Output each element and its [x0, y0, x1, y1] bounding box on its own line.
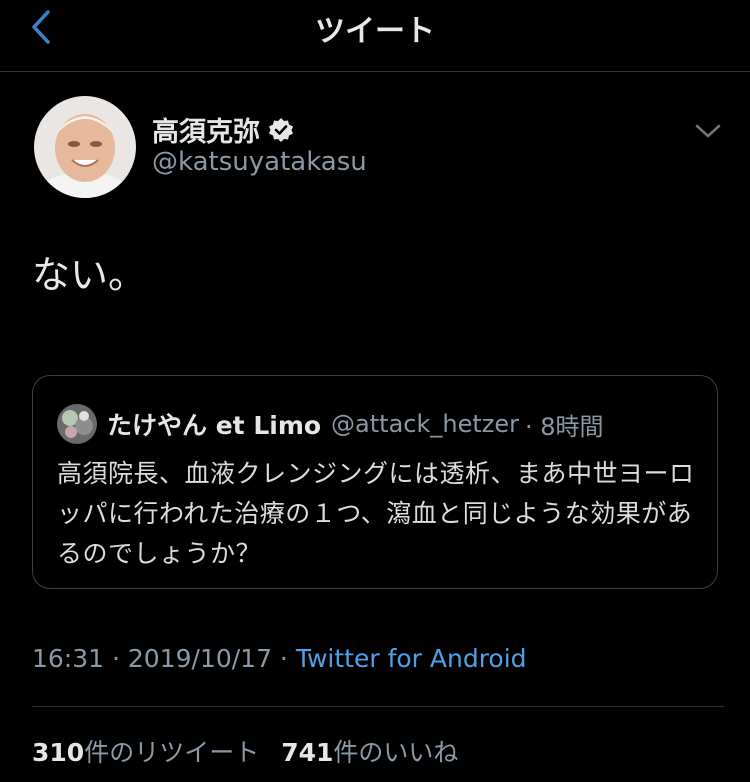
quoted-tweet-card[interactable]: たけやん et Limo @attack_hetzer · 8時間 高須院長、血… — [32, 375, 718, 589]
quoted-author-handle: @attack_hetzer — [331, 410, 519, 438]
author-name-row: 高須克弥 — [152, 110, 294, 149]
quoted-tweet-header: たけやん et Limo @attack_hetzer · 8時間 — [57, 404, 604, 444]
author-handle[interactable]: @katsuyatakasu — [152, 147, 367, 177]
like-stat[interactable]: 741件のいいね — [281, 738, 458, 767]
quoted-author-name: たけやん et Limo — [107, 411, 322, 440]
divider — [32, 706, 724, 707]
quoted-tweet-time: · 8時間 — [525, 412, 604, 441]
author-name[interactable]: 高須克弥 — [152, 110, 260, 149]
tweet-meta: 16:31 · 2019/10/17 · Twitter for Android — [32, 644, 527, 673]
chevron-down-icon[interactable] — [692, 118, 724, 144]
tweet-text: ない。 — [32, 253, 147, 297]
top-nav-bar: ツイート — [0, 0, 750, 72]
retweet-label: 件のリツイート — [84, 738, 260, 767]
like-count: 741 — [281, 738, 334, 767]
tweet-source-link[interactable]: Twitter for Android — [296, 644, 527, 673]
verified-badge-icon — [269, 117, 293, 142]
tweet-timestamp: 16:31 · 2019/10/17 · — [32, 644, 296, 673]
retweet-count: 310 — [32, 738, 85, 767]
quoted-author-avatar — [57, 404, 97, 444]
retweet-stat[interactable]: 310件のリツイート — [32, 738, 259, 767]
like-label: 件のいいね — [333, 738, 459, 767]
engagement-stats: 310件のリツイート 741件のいいね — [32, 733, 458, 769]
quoted-tweet-text: 高須院長、血液クレンジングには透析、まあ中世ヨーロッパに行われた治療の１つ、瀉血… — [57, 459, 695, 568]
author-avatar[interactable] — [34, 96, 136, 198]
page-title: ツイート — [315, 14, 435, 49]
